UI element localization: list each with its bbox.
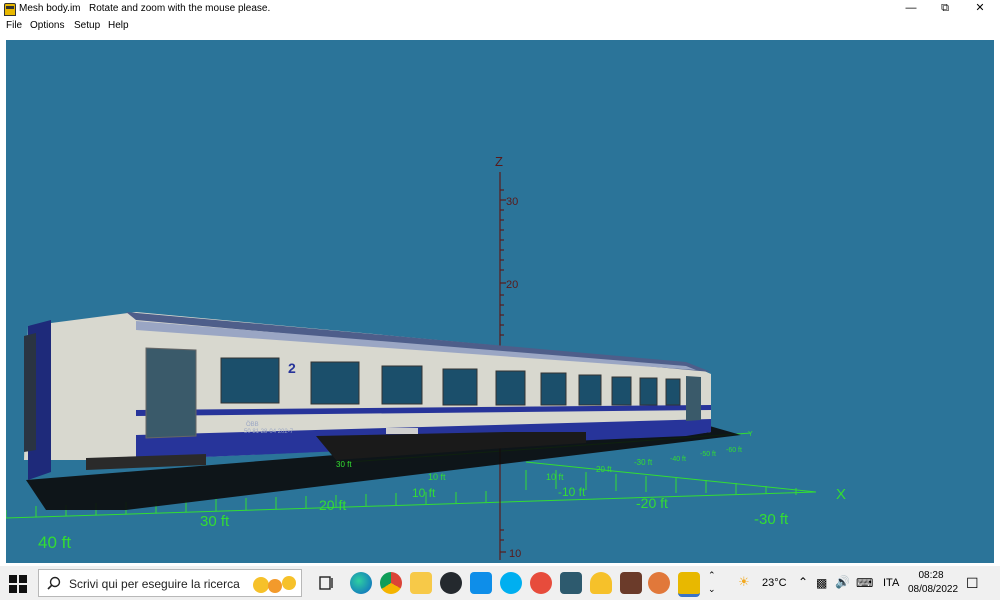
menu-bar: File Options Setup Help xyxy=(0,18,1000,34)
keyboard-icon[interactable]: ⌨ xyxy=(856,576,873,590)
search-highlight-icon xyxy=(253,576,296,593)
volume-icon[interactable]: 🔊 xyxy=(835,575,850,589)
restore-button[interactable]: ⧉ xyxy=(927,0,963,18)
menu-help[interactable]: Help xyxy=(108,20,129,31)
scene-canvas: Z 30 20 10 2 ÖBB 50 81 28-04 202-7 40 ft… xyxy=(6,154,846,560)
notifications-icon[interactable]: ☐ xyxy=(966,575,979,592)
x-axis-tick-label: 30 ft xyxy=(200,513,230,530)
app-icon-1[interactable] xyxy=(530,572,552,594)
app-icon-4[interactable] xyxy=(620,572,642,594)
close-icon: ✕ xyxy=(975,2,985,14)
y-axis-tick-label: 30 ft xyxy=(336,460,352,469)
minimize-button[interactable]: — xyxy=(893,0,929,18)
input-language[interactable]: ITA xyxy=(883,577,899,589)
weather-temperature[interactable]: 23°C xyxy=(762,577,787,589)
windows-start-icon[interactable] xyxy=(8,574,28,594)
mesh-app-icon[interactable] xyxy=(678,572,700,597)
passenger-coach-model xyxy=(24,312,711,480)
windows-taskbar: Scrivi qui per eseguire la ricerca ⌃ ⌄ ☀… xyxy=(0,566,1000,600)
x-axis-label: X xyxy=(836,486,846,503)
taskbar-search-box[interactable]: Scrivi qui per eseguire la ricerca xyxy=(38,569,302,597)
y-axis-tick-label: -50 ft xyxy=(700,451,716,458)
minimize-icon: — xyxy=(905,2,917,14)
close-button[interactable]: ✕ xyxy=(962,0,998,18)
menu-file[interactable]: File xyxy=(6,20,22,31)
coach-marking: ÖBB xyxy=(246,421,259,428)
clock-time[interactable]: 08:28 xyxy=(908,570,954,581)
app-icon[interactable] xyxy=(4,3,16,16)
menu-setup[interactable]: Setup xyxy=(74,20,100,31)
teamviewer-icon[interactable] xyxy=(470,572,492,594)
coach-class-number: 2 xyxy=(288,360,296,376)
hidden-icons-chevron-icon[interactable]: ⌃ xyxy=(798,575,808,589)
task-view-icon[interactable] xyxy=(315,572,337,594)
window-subtitle: Rotate and zoom with the mouse please. xyxy=(89,3,271,14)
y-axis-tick-label: 10 ft xyxy=(428,472,446,482)
app-icon-5[interactable] xyxy=(648,572,670,594)
github-icon[interactable] xyxy=(440,572,462,594)
edge-icon[interactable] xyxy=(350,572,372,594)
x-axis-tick-label: 40 ft xyxy=(38,533,71,552)
x-axis-tick-label: -20 ft xyxy=(636,495,668,511)
z-tick-label: 10 xyxy=(509,548,521,560)
x-axis-tick-label: -30 ft xyxy=(754,511,789,528)
z-tick-label: 20 xyxy=(506,279,518,291)
app-icon-2[interactable] xyxy=(560,572,582,594)
title-bar: Mesh body.im Rotate and zoom with the mo… xyxy=(0,0,1000,18)
menu-options[interactable]: Options xyxy=(30,20,64,31)
app-icon-3[interactable] xyxy=(590,572,612,594)
taskbar-scroll-down-icon[interactable]: ⌄ xyxy=(708,584,716,595)
x-axis-tick-label: 20 ft xyxy=(319,497,346,513)
y-axis-tick-label: -60 ft xyxy=(726,447,742,454)
3d-viewport[interactable]: Z 30 20 10 2 ÖBB 50 81 28-04 202-7 40 ft… xyxy=(6,40,994,563)
y-axis-tick-label: 10 ft xyxy=(546,472,564,482)
y-axis-tick-label: -40 ft xyxy=(670,456,686,463)
x-axis-tick-label: -10 ft xyxy=(558,485,586,499)
weather-icon[interactable]: ☀ xyxy=(738,574,750,590)
z-tick-label: 30 xyxy=(506,196,518,208)
coach-marking: 50 81 28-04 202-7 xyxy=(244,429,294,435)
x-axis-tick-label: 10 ft xyxy=(412,486,436,500)
y-axis-tick-label: 20 ft xyxy=(596,465,612,474)
chrome-icon[interactable] xyxy=(380,572,402,594)
y-axis-label: Y xyxy=(748,431,753,438)
search-icon xyxy=(47,576,61,590)
window-title: Mesh body.im xyxy=(19,3,81,14)
taskbar-scroll-up-icon[interactable]: ⌃ xyxy=(708,570,716,581)
search-placeholder: Scrivi qui per eseguire la ricerca xyxy=(69,577,240,591)
z-axis-label: Z xyxy=(495,154,503,169)
file-explorer-icon[interactable] xyxy=(410,572,432,594)
clock-date[interactable]: 08/08/2022 xyxy=(908,584,958,595)
network-icon[interactable]: ▩ xyxy=(816,576,827,590)
y-axis-tick-label: -30 ft xyxy=(634,458,653,467)
restore-icon: ⧉ xyxy=(941,2,949,14)
skype-icon[interactable] xyxy=(500,572,522,594)
